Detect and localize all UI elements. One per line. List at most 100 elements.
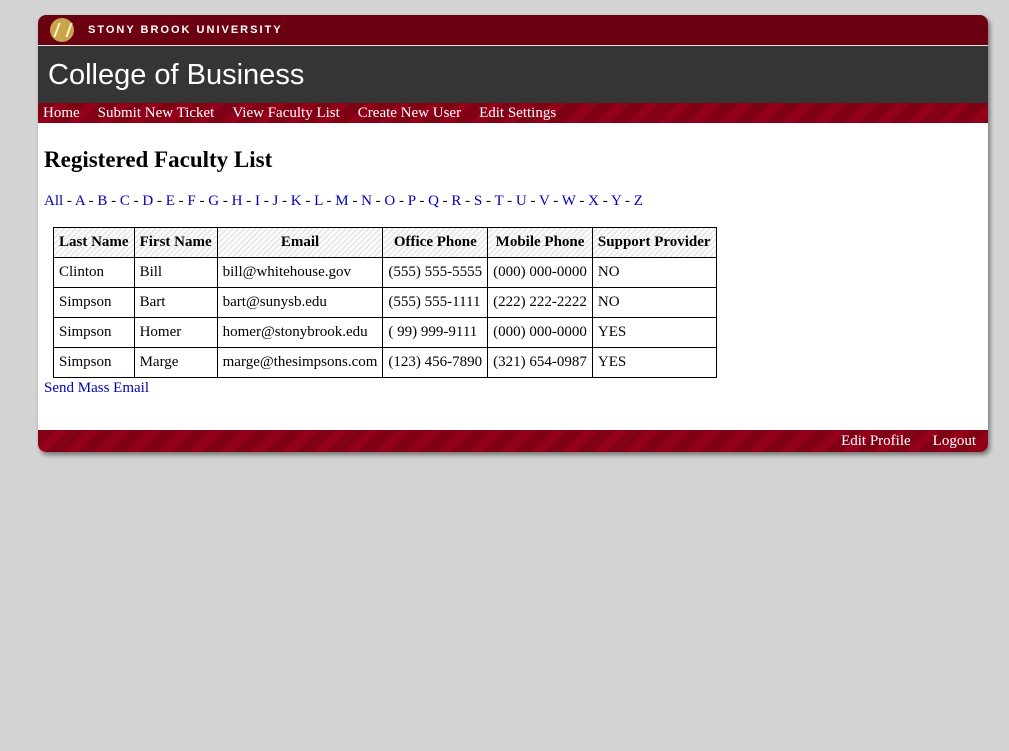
alphabet-separator: - <box>259 193 273 209</box>
page-title: Registered Faculty List <box>44 147 273 172</box>
alphabet-link-x[interactable]: X <box>588 193 599 209</box>
alphabet-link-y[interactable]: Y <box>611 193 621 209</box>
alphabet-separator: - <box>549 193 562 209</box>
column-header-last-name[interactable]: Last Name <box>53 227 135 258</box>
alphabet-separator: - <box>219 193 232 209</box>
column-header-email[interactable]: Email <box>216 227 384 258</box>
main-nav: Home Submit New Ticket View Faculty List… <box>38 103 988 123</box>
alphabet-separator: - <box>526 193 539 209</box>
alphabet-link-u[interactable]: U <box>516 193 527 209</box>
alphabet-separator: - <box>482 193 495 209</box>
cell-support-provider: NO <box>591 257 717 288</box>
send-mass-email-link[interactable]: Send Mass Email <box>44 380 982 397</box>
nav-create-user[interactable]: Create New User <box>358 103 461 123</box>
alphabet-link-m[interactable]: M <box>335 193 348 209</box>
logout-link[interactable]: Logout <box>933 433 976 449</box>
alphabet-separator: - <box>107 193 120 209</box>
cell-support-provider: YES <box>591 317 717 348</box>
alphabet-separator: - <box>503 193 516 209</box>
alphabet-link-v[interactable]: V <box>539 193 550 209</box>
alphabet-link-b[interactable]: B <box>97 193 107 209</box>
table-header-row: Last Name First Name Email Office Phone … <box>53 227 717 258</box>
app-frame: STONY BROOK UNIVERSITY College of Busine… <box>38 15 988 452</box>
column-header-support-provider[interactable]: Support Provider <box>591 227 717 258</box>
alphabet-separator: - <box>621 193 634 209</box>
cell-mobile-phone: (000) 000-0000 <box>487 257 593 288</box>
cell-mobile-phone: (000) 000-0000 <box>487 317 593 348</box>
faculty-table: Last Name First Name Email Office Phone … <box>53 227 717 378</box>
table-row: Simpson Homer homer@stonybrook.edu( 99) 99… <box>53 317 717 348</box>
cell-last-name: Clinton <box>53 257 135 288</box>
nav-edit-settings[interactable]: Edit Settings <box>479 103 556 123</box>
alphabet-separator: - <box>84 193 98 209</box>
cell-first-name: Bill <box>133 257 218 288</box>
cell-email: bill@whitehouse.gov <box>216 257 384 288</box>
university-bar: STONY BROOK UNIVERSITY <box>38 15 988 45</box>
alphabet-link-n[interactable]: N <box>361 193 372 209</box>
cell-first-name: Bart <box>133 287 218 318</box>
university-name: STONY BROOK UNIVERSITY <box>88 24 283 36</box>
university-seal-icon <box>50 18 74 42</box>
alphabet-link-f[interactable]: F <box>187 193 195 209</box>
nav-view-faculty-list[interactable]: View Faculty List <box>232 103 339 123</box>
alphabet-link-z[interactable]: Z <box>634 193 643 209</box>
column-header-first-name[interactable]: First Name <box>133 227 218 258</box>
cell-email: marge@thesimpsons.com <box>216 347 384 378</box>
alphabet-separator: - <box>348 193 362 209</box>
nav-home[interactable]: Home <box>43 103 80 123</box>
alphabet-link-r[interactable]: R <box>451 193 461 209</box>
cell-office-phone: (555) 555-1111 <box>382 287 489 318</box>
table-row: Simpson Marge marge@thesimpsons.com (123) 4… <box>53 347 717 378</box>
alphabet-separator: - <box>599 193 611 209</box>
alphabet-separator: - <box>438 193 452 209</box>
alphabet-link-d[interactable]: D <box>142 193 153 209</box>
column-header-office-phone[interactable]: Office Phone <box>382 227 489 258</box>
alphabet-separator: - <box>153 193 166 209</box>
alphabet-filter: All - A - B - C - D - E - F - G - H - I … <box>44 193 982 210</box>
alphabet-link-c[interactable]: C <box>120 193 130 209</box>
table-row: Simpson Bart bart@sunysb.edu (555) 555-1111… <box>53 287 717 318</box>
alphabet-separator: - <box>301 193 315 209</box>
cell-last-name: Simpson <box>53 287 135 318</box>
cell-first-name: Marge <box>133 347 218 378</box>
cell-mobile-phone: (321) 654-0987 <box>487 347 593 378</box>
alphabet-link-s[interactable]: S <box>474 193 482 209</box>
main-content: Registered Faculty List All - A - B - C … <box>38 147 988 397</box>
college-title: College of Business <box>48 59 305 91</box>
alphabet-link-l[interactable]: L <box>314 193 323 209</box>
footer-bar: Edit Profile Logout <box>38 430 988 452</box>
alphabet-separator: - <box>415 193 429 209</box>
cell-last-name: Simpson <box>53 347 135 378</box>
alphabet-link-q[interactable]: Q <box>428 193 439 209</box>
cell-email: bart@sunysb.edu <box>216 287 384 318</box>
alphabet-link-g[interactable]: G <box>208 193 219 209</box>
alphabet-link-o[interactable]: O <box>384 193 395 209</box>
alphabet-separator: - <box>371 193 385 209</box>
alphabet-separator: - <box>242 193 255 209</box>
alphabet-link-a[interactable]: A <box>75 193 85 209</box>
alphabet-link-e[interactable]: E <box>166 193 175 209</box>
column-header-mobile-phone[interactable]: Mobile Phone <box>487 227 593 258</box>
cell-last-name: Simpson <box>53 317 135 348</box>
alphabet-link-w[interactable]: W <box>562 193 576 209</box>
alphabet-separator: - <box>461 193 474 209</box>
cell-office-phone: (123) 456-7890 <box>382 347 489 378</box>
table-row: Clinton Bill bill@whitehouse.gov (555) 555-… <box>53 257 717 288</box>
alphabet-link-h[interactable]: H <box>232 193 243 209</box>
edit-profile-link[interactable]: Edit Profile <box>841 433 911 449</box>
alphabet-separator: - <box>278 193 291 209</box>
alphabet-separator: - <box>395 193 408 209</box>
alphabet-separator: - <box>575 193 589 209</box>
cell-first-name: Homer <box>133 317 218 348</box>
alphabet-separator: - <box>129 193 143 209</box>
alphabet-separator: - <box>174 193 188 209</box>
nav-submit-ticket[interactable]: Submit New Ticket <box>98 103 215 123</box>
alphabet-separator: - <box>63 193 75 209</box>
cell-email: homer@stonybrook.edu <box>216 317 384 348</box>
alphabet-link-all[interactable]: All <box>44 193 63 209</box>
alphabet-separator: - <box>195 193 209 209</box>
cell-support-provider: NO <box>591 287 717 318</box>
alphabet-link-p[interactable]: P <box>408 193 416 209</box>
alphabet-link-k[interactable]: K <box>291 193 302 209</box>
cell-mobile-phone: (222) 222-2222 <box>487 287 593 318</box>
